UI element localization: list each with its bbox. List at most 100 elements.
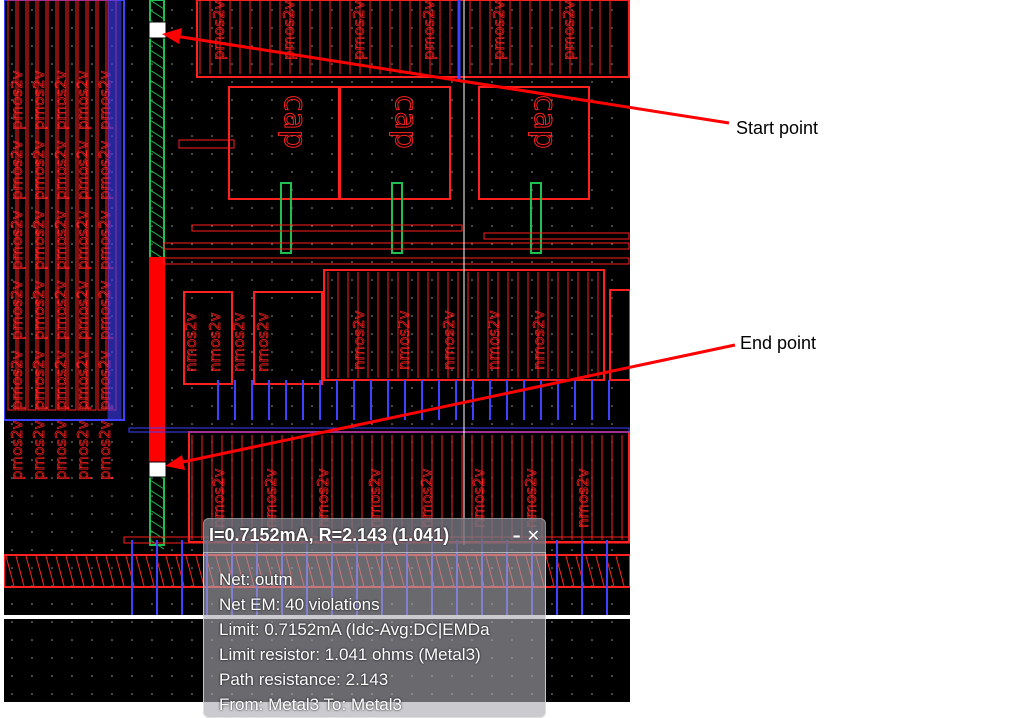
grid-dot	[271, 387, 273, 389]
grid-dot	[191, 189, 193, 191]
grid-dot	[311, 387, 313, 389]
end-point-label: End point	[740, 333, 817, 353]
grid-dot	[151, 63, 153, 65]
grid-dot	[431, 351, 433, 353]
grid-dot	[611, 297, 613, 299]
grid-dot	[251, 189, 253, 191]
grid-dot	[591, 261, 593, 263]
grid-dot	[71, 603, 73, 605]
grid-dot	[311, 369, 313, 371]
grid-dot	[151, 621, 153, 623]
grid-dot	[511, 153, 513, 155]
grid-dot	[591, 351, 593, 353]
device-label: pmos2v	[8, 140, 26, 200]
grid-dot	[571, 621, 573, 623]
grid-dot	[71, 27, 73, 29]
grid-dot	[571, 279, 573, 281]
grid-dot	[371, 261, 373, 263]
grid-dot	[71, 423, 73, 425]
device-label: nmos2v	[230, 312, 248, 372]
grid-dot	[451, 117, 453, 119]
device-label: pmos2v	[74, 280, 92, 340]
device-label: pmos2v	[74, 70, 92, 130]
grid-dot	[71, 639, 73, 641]
net-name-line: Net: outm	[219, 570, 293, 589]
grid-dot	[251, 63, 253, 65]
grid-dot	[291, 297, 293, 299]
grid-dot	[231, 45, 233, 47]
grid-dot	[91, 639, 93, 641]
grid-dot	[471, 81, 473, 83]
grid-dot	[251, 333, 253, 335]
grid-dot	[591, 81, 593, 83]
grid-dot	[511, 351, 513, 353]
grid-dot	[151, 639, 153, 641]
grid-dot	[231, 63, 233, 65]
grid-dot	[131, 135, 133, 137]
grid-dot	[311, 171, 313, 173]
grid-dot	[551, 351, 553, 353]
grid-dot	[511, 135, 513, 137]
grid-dot	[271, 135, 273, 137]
device-label: pmos2v	[96, 420, 114, 480]
grid-dot	[131, 9, 133, 11]
grid-dot	[431, 279, 433, 281]
grid-dot	[471, 369, 473, 371]
grid-dot	[111, 657, 113, 659]
grid-dot	[491, 279, 493, 281]
grid-dot	[251, 153, 253, 155]
grid-dot	[591, 675, 593, 677]
grid-dot	[71, 477, 73, 479]
probe-info-popup[interactable]: I=0.7152mA, R=2.143 (1.041) – ✕ Net: out…	[203, 518, 546, 718]
grid-dot	[451, 387, 453, 389]
grid-dot	[551, 315, 553, 317]
grid-dot	[591, 9, 593, 11]
grid-dot	[571, 189, 573, 191]
grid-dot	[271, 9, 273, 11]
grid-dot	[171, 297, 173, 299]
grid-dot	[171, 657, 173, 659]
grid-dot	[491, 81, 493, 83]
device-label: pmos2v	[52, 140, 70, 200]
grid-dot	[451, 81, 453, 83]
popup-titlebar[interactable]: I=0.7152mA, R=2.143 (1.041) – ✕	[203, 518, 546, 553]
grid-dot	[111, 549, 113, 551]
grid-dot	[151, 45, 153, 47]
grid-dot	[71, 315, 73, 317]
grid-dot	[191, 27, 193, 29]
device-label: pmos2v	[74, 350, 92, 410]
grid-dot	[291, 279, 293, 281]
grid-dot	[211, 279, 213, 281]
minimize-icon[interactable]: –	[513, 526, 521, 545]
grid-dot	[611, 189, 613, 191]
grid-dot	[11, 495, 13, 497]
grid-dot	[71, 153, 73, 155]
grid-dot	[191, 63, 193, 65]
grid-dot	[131, 243, 133, 245]
grid-dot	[51, 45, 53, 47]
grid-dot	[391, 423, 393, 425]
grid-dot	[311, 315, 313, 317]
grid-dot	[271, 261, 273, 263]
grid-dot	[491, 405, 493, 407]
grid-dot	[11, 603, 13, 605]
grid-dot	[471, 261, 473, 263]
grid-dot	[291, 171, 293, 173]
grid-dot	[531, 63, 533, 65]
close-icon[interactable]: ✕	[527, 526, 540, 545]
grid-dot	[611, 675, 613, 677]
device-label: pmos2v	[280, 0, 298, 60]
grid-dot	[551, 369, 553, 371]
grid-dot	[171, 423, 173, 425]
grid-dot	[571, 675, 573, 677]
grid-dot	[191, 261, 193, 263]
grid-dot	[491, 225, 493, 227]
grid-dot	[151, 117, 153, 119]
grid-dot	[31, 495, 33, 497]
grid-dot	[311, 45, 313, 47]
start-point-marker	[148, 21, 167, 39]
grid-dot	[551, 279, 553, 281]
grid-dot	[251, 351, 253, 353]
grid-dot	[591, 27, 593, 29]
grid-dot	[131, 189, 133, 191]
